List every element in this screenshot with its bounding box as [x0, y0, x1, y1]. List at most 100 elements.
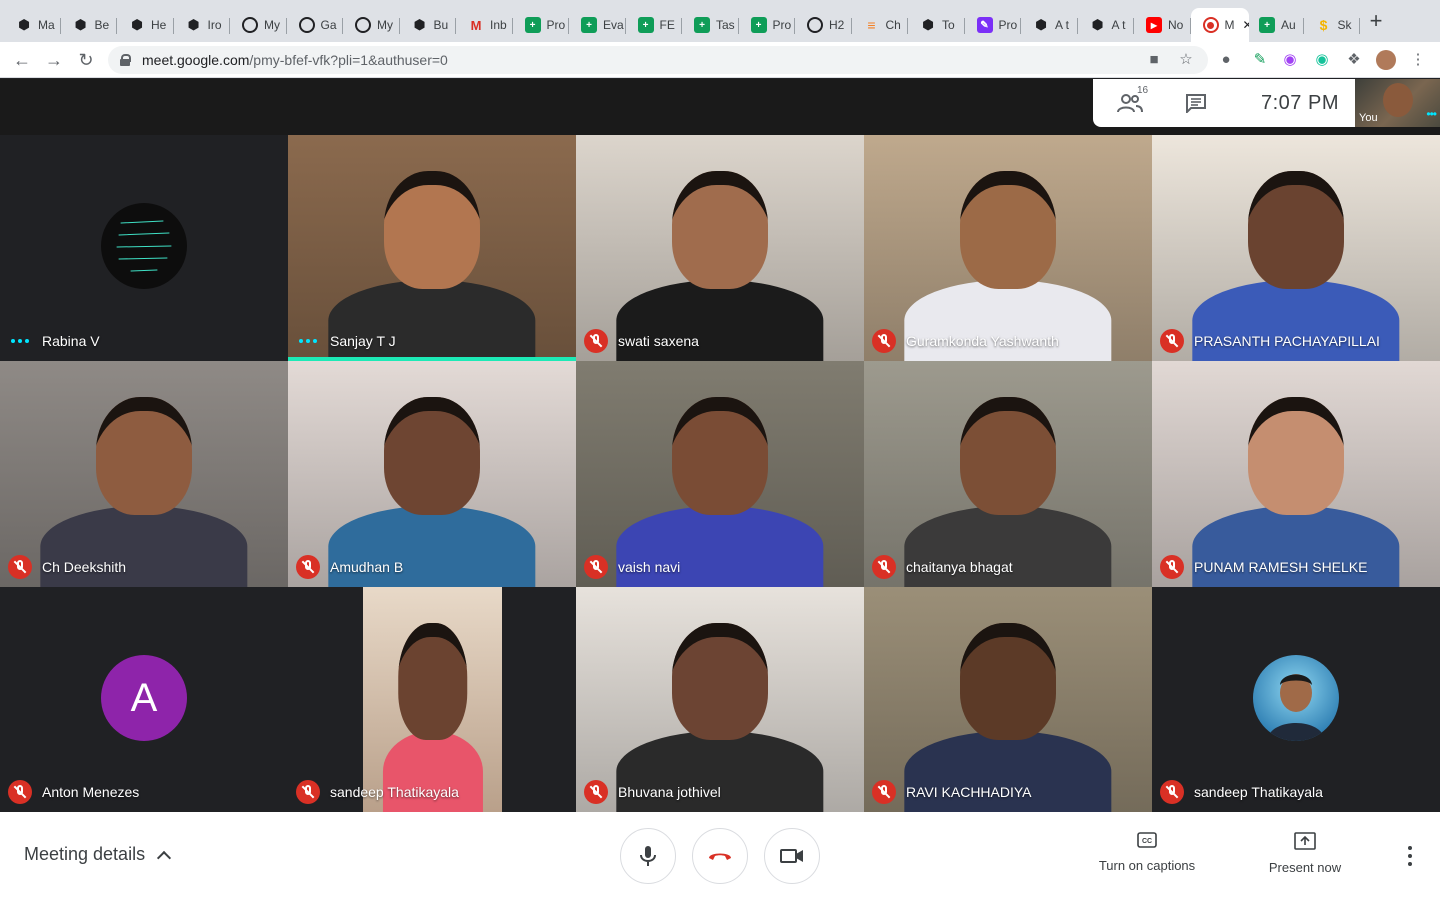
browser-tab[interactable]: ⬢ Iro: [174, 8, 230, 42]
meeting-details-button[interactable]: Meeting details: [24, 844, 172, 865]
browser-tab[interactable]: + FE: [626, 8, 682, 42]
participant-face: [96, 397, 192, 515]
participant-video: [1152, 135, 1440, 361]
url-path: /pmy-bfef-vfk?pli=1&authuser=0: [249, 52, 448, 68]
extension-circle-icon[interactable]: ●: [1216, 50, 1236, 70]
record-icon: [1202, 17, 1219, 33]
browser-tab[interactable]: ⬢ A t: [1021, 8, 1078, 42]
present-now-button[interactable]: Present now: [1262, 832, 1348, 875]
self-speaking-icon: •••: [1426, 107, 1437, 121]
participant-tile[interactable]: chaitanya bhagat: [864, 361, 1152, 587]
captions-button[interactable]: CC Turn on captions: [1095, 832, 1199, 873]
codepen-icon: ⬢: [1091, 17, 1104, 32]
browser-tab[interactable]: $ Sk: [1304, 8, 1360, 42]
participant-name-tag: Rabina V: [8, 329, 100, 353]
microphone-button[interactable]: [620, 828, 676, 884]
speaking-indicator-icon: [8, 329, 32, 353]
participant-avatar: A: [101, 655, 187, 741]
participant-name-tag: sandeep Thatikayala: [1160, 780, 1323, 804]
browser-tab[interactable]: My: [230, 8, 287, 42]
browser-tab[interactable]: ⬢ He: [117, 8, 174, 42]
codepen-icon: ⬢: [187, 17, 200, 32]
participant-count: 16: [1137, 85, 1149, 96]
participant-name: vaish navi: [618, 559, 681, 575]
sheets-icon: +: [581, 17, 597, 33]
participant-tile[interactable]: sandeep Thatikayala: [288, 587, 576, 812]
participant-tile[interactable]: Sanjay T J: [288, 135, 576, 361]
browser-tab[interactable]: M ✕: [1190, 8, 1249, 42]
participant-tile[interactable]: vaish navi: [576, 361, 864, 587]
participant-tile[interactable]: PUNAM RAMESH SHELKE: [1152, 361, 1440, 587]
participant-tile[interactable]: Guramkonda Yashwanth: [864, 135, 1152, 361]
participants-button[interactable]: 16: [1117, 85, 1148, 113]
new-tab-icon[interactable]: +: [1364, 10, 1388, 34]
participant-tile[interactable]: swati saxena: [576, 135, 864, 361]
browser-tab[interactable]: + Pro: [739, 8, 795, 42]
mic-off-icon: [1160, 329, 1184, 353]
globe-icon: [242, 17, 258, 33]
tab-separator: [1359, 18, 1360, 34]
reload-icon[interactable]: ↻: [74, 48, 98, 72]
participant-tile[interactable]: sandeep Thatikayala: [1152, 587, 1440, 812]
participant-tile[interactable]: Amudhan B: [288, 361, 576, 587]
participant-tile[interactable]: PRASANTH PACHAYAPILLAI: [1152, 135, 1440, 361]
leave-call-button[interactable]: [692, 828, 748, 884]
browser-tab[interactable]: + Pro: [513, 8, 569, 42]
present-screen-icon: [1294, 832, 1316, 850]
extension-broadcast-icon[interactable]: ◉: [1280, 50, 1300, 70]
profile-avatar-icon[interactable]: [1376, 50, 1396, 70]
meeting-clock: 7:07 PM: [1261, 91, 1339, 114]
participant-tile[interactable]: A Anton Menezes: [0, 587, 288, 812]
browser-menu-icon[interactable]: ⋮: [1408, 50, 1428, 70]
address-bar[interactable]: meet.google.com/pmy-bfef-vfk?pli=1&authu…: [108, 46, 1208, 74]
browser-tab[interactable]: My: [343, 8, 400, 42]
participant-tile[interactable]: Ch Deekshith: [0, 361, 288, 587]
participant-name: Bhuvana jothivel: [618, 784, 721, 800]
browser-tab[interactable]: + Tas: [682, 8, 739, 42]
bookmark-star-icon[interactable]: ☆: [1176, 50, 1196, 70]
self-view-tile[interactable]: You •••: [1355, 79, 1440, 127]
browser-tab[interactable]: ⬢ Bu: [400, 8, 456, 42]
participant-video: [864, 135, 1152, 361]
browser-tab-label: Iro: [207, 18, 222, 32]
chat-button[interactable]: [1185, 93, 1207, 115]
participant-face: [384, 397, 480, 515]
browser-tab[interactable]: ⬢ A t: [1078, 8, 1134, 42]
browser-tab[interactable]: Ga: [287, 8, 343, 42]
participant-tile[interactable]: RAVI KACHHADIYA: [864, 587, 1152, 812]
browser-tab-label: Pro: [772, 18, 792, 32]
mic-off-icon: [872, 329, 896, 353]
stack-icon: ≡: [867, 17, 876, 33]
browser-tab-label: Sk: [1337, 18, 1352, 32]
browser-tab[interactable]: M Inb: [456, 8, 513, 42]
browser-tab-label: H2: [829, 18, 845, 32]
browser-tab[interactable]: ⬢ Ma: [4, 8, 61, 42]
meeting-info-panel: 16 7:07 PM: [1093, 79, 1355, 127]
browser-tab[interactable]: + Eva: [569, 8, 626, 42]
browser-tab[interactable]: ≡ Ch: [852, 8, 908, 42]
participant-tile[interactable]: Rabina V: [0, 135, 288, 361]
browser-tab[interactable]: ⬢ To: [908, 8, 965, 42]
browser-tab[interactable]: H2: [795, 8, 852, 42]
browser-tab[interactable]: ⬢ Be: [61, 8, 117, 42]
forward-arrow-icon[interactable]: →: [42, 48, 66, 72]
camera-permission-icon[interactable]: ■: [1144, 50, 1164, 70]
browser-tab[interactable]: ✎ Pro: [965, 8, 1021, 42]
browser-tab[interactable]: ▶ No: [1134, 8, 1191, 42]
participant-name-tag: RAVI KACHHADIYA: [872, 780, 1032, 804]
gmail-icon: M: [470, 17, 482, 33]
mic-off-icon: [584, 780, 608, 804]
mic-off-icon: [8, 780, 32, 804]
participant-video: [288, 135, 576, 361]
more-options-icon[interactable]: [1402, 846, 1418, 866]
participant-name-tag: PUNAM RAMESH SHELKE: [1160, 555, 1367, 579]
participant-tile[interactable]: Bhuvana jothivel: [576, 587, 864, 812]
browser-tab[interactable]: + Au: [1247, 8, 1304, 42]
grammarly-icon[interactable]: ◉: [1312, 50, 1332, 70]
extensions-puzzle-icon[interactable]: ❖: [1344, 50, 1364, 70]
camera-button[interactable]: [764, 828, 820, 884]
browser-tab-label: My: [264, 18, 280, 32]
extension-pen-icon[interactable]: ✎: [1250, 50, 1270, 70]
back-arrow-icon[interactable]: ←: [10, 48, 34, 72]
hang-up-icon: [709, 853, 731, 860]
